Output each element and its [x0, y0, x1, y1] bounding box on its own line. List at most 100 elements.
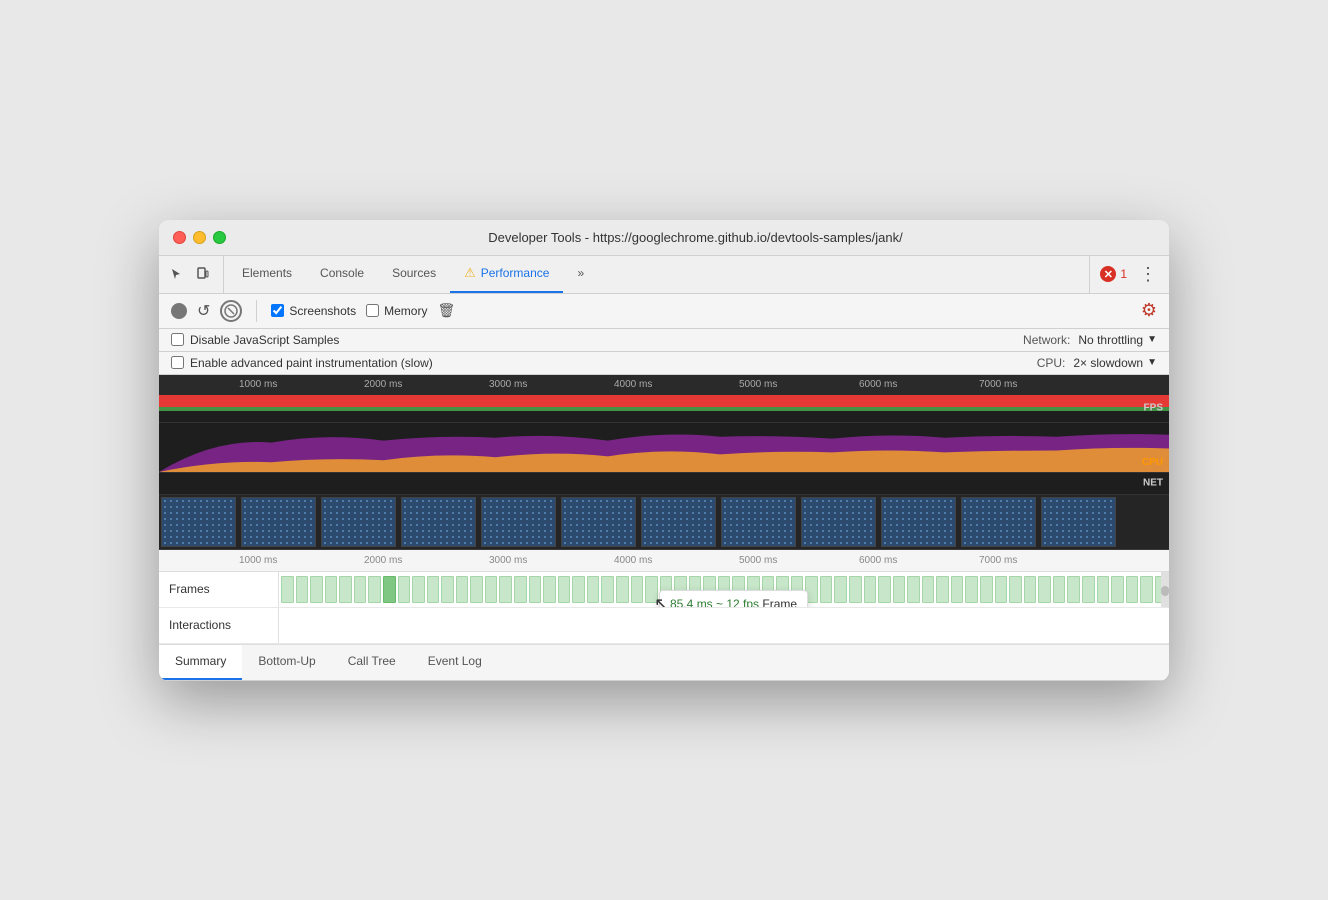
tab-call-tree[interactable]: Call Tree: [332, 645, 412, 680]
screenshot-thumb[interactable]: [241, 497, 316, 547]
advanced-paint-checkbox[interactable]: [171, 356, 184, 369]
tab-event-log[interactable]: Event Log: [412, 645, 498, 680]
frame-block[interactable]: [1067, 576, 1080, 603]
frame-block[interactable]: [820, 576, 833, 603]
frame-block[interactable]: [922, 576, 935, 603]
frame-block[interactable]: [514, 576, 527, 603]
frame-block[interactable]: [849, 576, 862, 603]
minimize-button[interactable]: [193, 231, 206, 244]
frame-block[interactable]: [398, 576, 411, 603]
reload-button[interactable]: ↺: [197, 301, 210, 321]
screenshot-thumb[interactable]: [161, 497, 236, 547]
frame-block[interactable]: [893, 576, 906, 603]
frame-block[interactable]: [601, 576, 614, 603]
screenshot-thumb[interactable]: [321, 497, 396, 547]
frame-block[interactable]: [572, 576, 585, 603]
disable-js-label[interactable]: Disable JavaScript Samples: [171, 333, 339, 347]
frame-block[interactable]: [485, 576, 498, 603]
frame-block[interactable]: [864, 576, 877, 603]
frame-block[interactable]: [834, 576, 847, 603]
network-select[interactable]: No throttling ▼: [1078, 333, 1157, 347]
more-button[interactable]: ⋮: [1135, 265, 1161, 283]
scrollbar-thumb[interactable]: [1161, 586, 1169, 597]
frame-block[interactable]: [339, 576, 352, 603]
screenshot-thumb[interactable]: [401, 497, 476, 547]
frame-block[interactable]: [1009, 576, 1022, 603]
frame-block[interactable]: [281, 576, 294, 603]
frame-block[interactable]: [1038, 576, 1051, 603]
frame-block[interactable]: [441, 576, 454, 603]
screenshots-checkbox-label[interactable]: Screenshots: [271, 304, 356, 318]
frame-block[interactable]: [1111, 576, 1124, 603]
maximize-button[interactable]: [213, 231, 226, 244]
interactions-label: Interactions: [159, 608, 279, 643]
frame-block[interactable]: [558, 576, 571, 603]
frame-block[interactable]: [951, 576, 964, 603]
frame-block[interactable]: [631, 576, 644, 603]
frame-block[interactable]: [1097, 576, 1110, 603]
frame-block[interactable]: [616, 576, 629, 603]
error-badge[interactable]: ✕ 1: [1100, 266, 1127, 282]
frame-block[interactable]: [1126, 576, 1139, 603]
frame-block[interactable]: [878, 576, 891, 603]
tab-sources[interactable]: Sources: [378, 256, 450, 293]
clear-button[interactable]: [220, 300, 242, 322]
frame-block[interactable]: [543, 576, 556, 603]
fps-bar-green: [159, 407, 1169, 411]
cpu-select[interactable]: 2× slowdown ▼: [1073, 356, 1157, 370]
frame-block[interactable]: [470, 576, 483, 603]
screenshot-thumb[interactable]: [961, 497, 1036, 547]
frames-label: Frames: [159, 572, 279, 607]
frame-block[interactable]: [1082, 576, 1095, 603]
frame-block[interactable]: [645, 576, 658, 603]
cursor-icon[interactable]: [167, 264, 187, 284]
frame-block[interactable]: [529, 576, 542, 603]
advanced-paint-label[interactable]: Enable advanced paint instrumentation (s…: [171, 356, 433, 370]
screenshot-thumb[interactable]: [561, 497, 636, 547]
frame-block[interactable]: [310, 576, 323, 603]
frame-block[interactable]: [1053, 576, 1066, 603]
device-icon[interactable]: [193, 264, 213, 284]
memory-checkbox-label[interactable]: Memory: [366, 304, 427, 318]
frame-block[interactable]: [1024, 576, 1037, 603]
screenshot-thumb[interactable]: [481, 497, 556, 547]
frame-block[interactable]: [587, 576, 600, 603]
record-button[interactable]: [171, 303, 187, 319]
close-button[interactable]: [173, 231, 186, 244]
screenshot-thumb[interactable]: [721, 497, 796, 547]
tab-summary[interactable]: Summary: [159, 645, 242, 680]
frame-block[interactable]: [499, 576, 512, 603]
frame-block[interactable]: [427, 576, 440, 603]
tab-performance[interactable]: ⚠ Performance: [450, 256, 563, 293]
frame-block[interactable]: [995, 576, 1008, 603]
timeline-scrollbar[interactable]: [1161, 572, 1169, 607]
screenshots-checkbox[interactable]: [271, 304, 284, 317]
tab-bottom-up[interactable]: Bottom-Up: [242, 645, 331, 680]
frame-block[interactable]: [368, 576, 381, 603]
frame-block[interactable]: [980, 576, 993, 603]
tab-elements[interactable]: Elements: [228, 256, 306, 293]
frame-block[interactable]: [1140, 576, 1153, 603]
settings-icon[interactable]: ⚙: [1141, 300, 1157, 321]
frame-block[interactable]: [456, 576, 469, 603]
frame-block[interactable]: [965, 576, 978, 603]
screenshot-thumb[interactable]: [641, 497, 716, 547]
frame-block-selected[interactable]: [383, 576, 396, 603]
interactions-content[interactable]: [279, 608, 1169, 643]
tab-more[interactable]: »: [563, 256, 598, 293]
memory-checkbox[interactable]: [366, 304, 379, 317]
screenshot-thumb[interactable]: [801, 497, 876, 547]
overview-area[interactable]: FPS CPU NET: [159, 395, 1169, 550]
frame-block[interactable]: [936, 576, 949, 603]
disable-js-checkbox[interactable]: [171, 333, 184, 346]
frame-block[interactable]: [325, 576, 338, 603]
clear-recordings-button[interactable]: 🗑: [437, 302, 455, 319]
frame-block[interactable]: [354, 576, 367, 603]
frame-block[interactable]: [907, 576, 920, 603]
frame-block[interactable]: [412, 576, 425, 603]
frames-content[interactable]: 85.4 ms ~ 12 fps Frame ↖: [279, 572, 1169, 607]
screenshot-thumb[interactable]: [881, 497, 956, 547]
frame-block[interactable]: [296, 576, 309, 603]
screenshot-thumb[interactable]: [1041, 497, 1116, 547]
tab-console[interactable]: Console: [306, 256, 378, 293]
